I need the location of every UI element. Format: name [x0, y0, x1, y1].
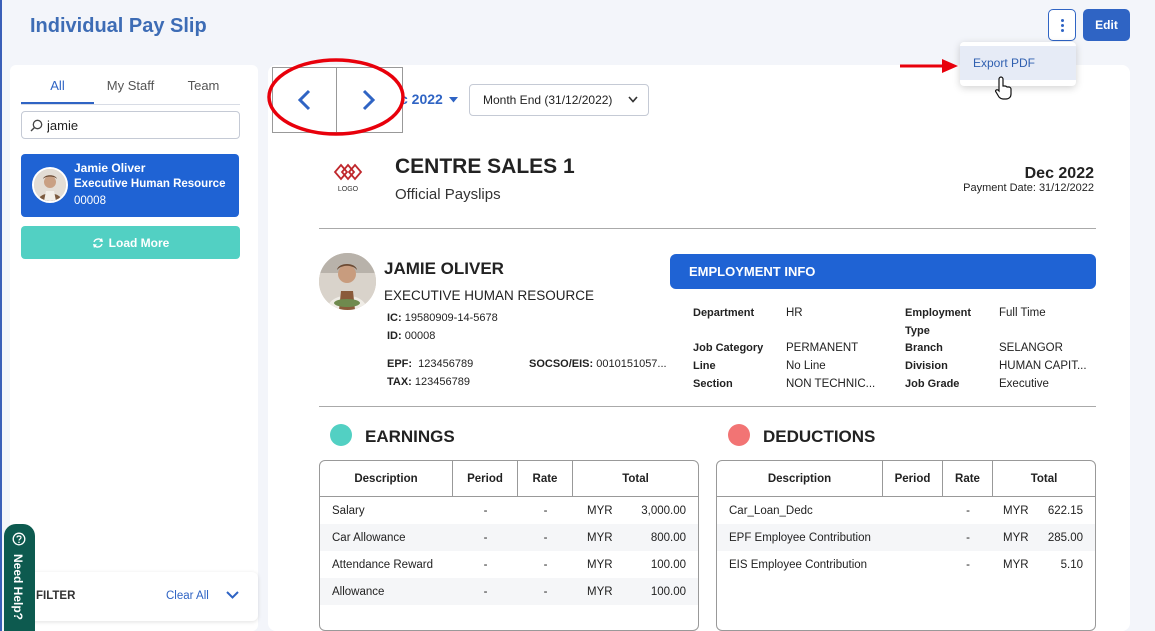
tab-all[interactable]: All [21, 71, 94, 104]
table-row: EPF Employee Contribution - MYR 285.00 [717, 524, 1095, 551]
info-label: Branch [905, 342, 943, 354]
page-title: Individual Pay Slip [30, 15, 207, 37]
info-value: No Line [786, 360, 826, 372]
filter-label: FILTER [36, 590, 76, 602]
deductions-title: DEDUCTIONS [763, 427, 876, 446]
employment-info-header: EMPLOYMENT INFO [670, 254, 1096, 289]
earnings-dot [330, 424, 352, 446]
logo-icon [333, 163, 363, 181]
options-menu: Export PDF [960, 42, 1076, 86]
staff-role: Executive Human Resource [74, 178, 226, 190]
logo-text: LOGO [337, 186, 359, 193]
column-header: Total [993, 461, 1095, 497]
info-value: Executive [999, 378, 1049, 390]
column-header: Rate [943, 461, 993, 497]
chevron-down-icon [628, 96, 638, 103]
deductions-dot [728, 424, 750, 446]
info-label: Employment [905, 307, 972, 319]
red-arrow-annotation [900, 59, 958, 73]
info-label: Type [905, 325, 930, 337]
tab-my-staff[interactable]: My Staff [94, 71, 167, 104]
earnings-table: Description Period Rate Total Salary - -… [319, 460, 699, 631]
column-header: Period [453, 461, 518, 497]
need-help-label: Need Help? [11, 554, 25, 621]
divider [319, 228, 1096, 229]
staff-card-selected[interactable]: Jamie Oliver Executive Human Resource 00… [21, 154, 239, 217]
info-value: NON TECHNIC... [786, 378, 876, 390]
more-options-button[interactable] [1048, 9, 1076, 41]
column-header: Description [717, 461, 883, 497]
id-field: ID: 00008 [387, 330, 436, 342]
need-help-button[interactable]: Need Help? [4, 524, 35, 631]
load-more-button[interactable]: Load More [21, 226, 240, 259]
table-row: Allowance - - MYR 100.00 [320, 578, 698, 605]
payslip-period: Dec 2022 [1024, 165, 1094, 182]
employee-name: JAMIE OLIVER [384, 259, 504, 278]
avatar [32, 167, 68, 203]
help-icon [12, 532, 26, 546]
load-more-label: Load More [108, 235, 170, 250]
staff-id: 00008 [74, 195, 106, 207]
year-select[interactable]: c 2022 [400, 91, 458, 107]
info-value: HR [786, 307, 803, 319]
clear-all-link[interactable]: Clear All [166, 590, 209, 602]
tax-field: TAX: 123456789 [387, 376, 470, 388]
epf-field: EPF: 123456789 [387, 358, 474, 370]
info-label: Job Grade [905, 378, 960, 390]
export-pdf-menu-item[interactable]: Export PDF [960, 46, 1076, 80]
column-header: Total [573, 461, 698, 497]
company-name: CENTRE SALES 1 [395, 155, 575, 178]
company-logo: LOGO [333, 163, 363, 193]
table-row: Car_Loan_Dedc - MYR 622.15 [729, 504, 1083, 517]
search-icon [30, 119, 43, 131]
table-row: Salary - - MYR 3,000.00 [332, 504, 686, 517]
info-label: Job Category [693, 342, 764, 354]
divider [319, 406, 1096, 407]
table-row: Attendance Reward - - MYR 100.00 [332, 558, 686, 571]
deductions-table: Description Period Rate Total Car_Loan_D… [716, 460, 1096, 631]
refresh-icon [92, 237, 103, 248]
column-header: Description [320, 461, 453, 497]
info-label: Division [905, 360, 948, 372]
info-value: PERMANENT [786, 342, 859, 354]
filter-bar: FILTER Clear All [27, 572, 258, 621]
staff-name: Jamie Oliver [74, 161, 146, 175]
info-label: Department [693, 307, 755, 319]
staff-sidebar: All My Staff Team Jamie Oliver Executive… [10, 65, 258, 631]
hand-cursor-icon [995, 76, 1012, 100]
info-value: HUMAN CAPIT... [999, 360, 1087, 372]
month-value: Month End (31/12/2022) [483, 93, 613, 107]
socso-field: SOCSO/EIS: 0010151057... [529, 358, 667, 370]
earnings-title: EARNINGS [365, 427, 455, 446]
info-label: Section [693, 378, 733, 390]
staff-search-input[interactable] [47, 117, 227, 133]
staff-search-box[interactable] [21, 111, 240, 139]
info-label: Line [693, 360, 716, 372]
red-circle-annotation [267, 58, 405, 136]
tab-team[interactable]: Team [167, 71, 240, 104]
info-value: SELANGOR [999, 342, 1063, 354]
edit-button[interactable]: Edit [1083, 9, 1130, 41]
info-value: Full Time [999, 307, 1046, 319]
chevron-down-icon[interactable] [226, 590, 239, 600]
column-header: Rate [518, 461, 573, 497]
payment-date: Payment Date: 31/12/2022 [963, 182, 1094, 194]
table-row: EIS Employee Contribution - MYR 5.10 [729, 558, 1083, 571]
table-row: Car Allowance - - MYR 800.00 [320, 524, 698, 551]
employee-title: EXECUTIVE HUMAN RESOURCE [384, 288, 595, 303]
staff-tabs: All My Staff Team [21, 71, 240, 105]
month-select[interactable]: Month End (31/12/2022) [469, 84, 649, 116]
caret-down-icon [448, 97, 458, 103]
column-header: Period [883, 461, 943, 497]
payslip-subtitle: Official Payslips [395, 186, 501, 203]
employee-photo [319, 253, 376, 310]
ic-field: IC: 19580909-14-5678 [387, 312, 498, 324]
